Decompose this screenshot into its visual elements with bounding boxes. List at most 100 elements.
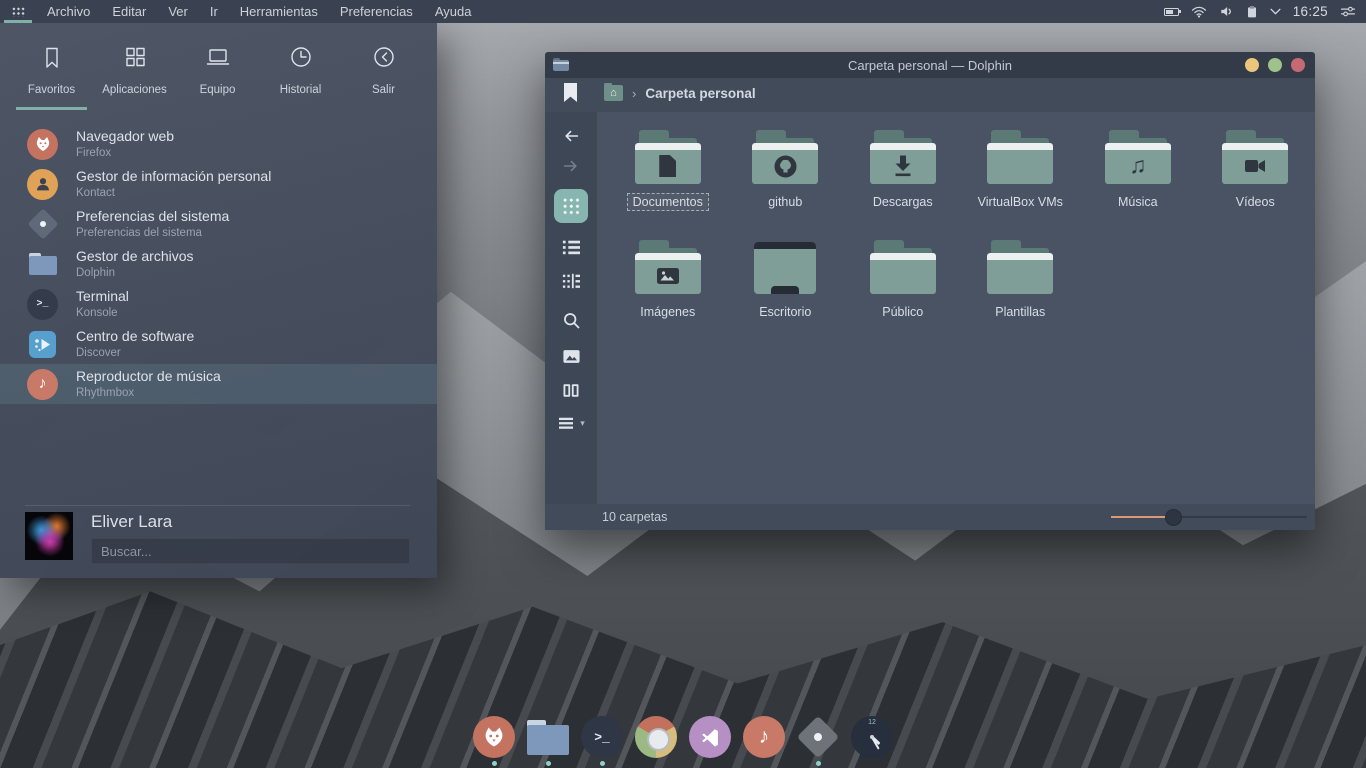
icons-view-button[interactable] (554, 189, 588, 223)
split-view-icon[interactable] (561, 382, 581, 399)
menu-editar[interactable]: Editar (101, 0, 157, 23)
tab-equipo[interactable]: Equipo (176, 35, 259, 110)
app-item-system-settings[interactable]: Preferencias del sistema Preferencias de… (0, 204, 437, 244)
titlebar[interactable]: Carpeta personal — Dolphin (545, 52, 1315, 78)
chevron-down-icon[interactable] (1270, 8, 1281, 15)
battery-icon[interactable] (1164, 8, 1179, 16)
app-item-dolphin[interactable]: Gestor de archivos Dolphin (0, 244, 437, 284)
clipboard-icon[interactable] (1246, 5, 1258, 19)
breadcrumb[interactable]: ⌂ › Carpeta personal (604, 85, 756, 101)
folder-plantillas[interactable]: Plantillas (964, 234, 1076, 344)
music-dock-icon: ♪ (743, 716, 785, 758)
user-avatar[interactable] (25, 512, 73, 560)
slider-knob[interactable] (1165, 509, 1182, 526)
menu-ir[interactable]: Ir (199, 0, 229, 23)
dock-item-vscode[interactable] (688, 716, 732, 766)
dolphin-window: Carpeta personal — Dolphin ⌂ › Carpeta p… (545, 52, 1315, 530)
logout-icon (371, 45, 397, 75)
folder-icon-downloads (870, 130, 936, 186)
dock-item-rhythmbox[interactable]: ♪ (742, 716, 786, 766)
status-text: 10 carpetas (602, 510, 667, 524)
dock-item-settings[interactable] (796, 716, 840, 766)
folder-icon-music: ♫ (1105, 130, 1171, 186)
firefox-dock-icon (473, 716, 515, 758)
dock-item-dolphin[interactable] (526, 716, 570, 766)
running-indicator (870, 761, 875, 766)
preview-image-icon[interactable] (561, 348, 582, 365)
close-button[interactable] (1291, 58, 1305, 72)
tab-salir[interactable]: Salir (342, 35, 425, 110)
list-view-button[interactable] (560, 238, 582, 256)
clock-dock-icon: 12 (851, 716, 893, 758)
kontact-icon (27, 169, 58, 200)
folder-icon-documents (635, 130, 701, 186)
dock-item-chromium[interactable] (634, 716, 678, 766)
places-bookmark-icon[interactable] (564, 83, 577, 102)
minimize-button[interactable] (1245, 58, 1259, 72)
view-toolbar: ▾ (545, 112, 597, 504)
discover-icon (29, 331, 56, 358)
menu-preferencias[interactable]: Preferencias (329, 0, 424, 23)
app-item-firefox[interactable]: Navegador web Firefox (0, 124, 437, 164)
status-bar: 10 carpetas (545, 504, 1315, 530)
firefox-icon (27, 129, 58, 160)
menu-button[interactable]: ▾ (557, 416, 585, 430)
dock-item-clock[interactable]: 12 (850, 716, 894, 766)
volume-icon[interactable] (1219, 5, 1234, 18)
active-underline (4, 20, 32, 23)
tab-aplicaciones[interactable]: Aplicaciones (93, 35, 176, 110)
music-player-icon: ♪ (27, 369, 58, 400)
details-view-button[interactable] (560, 272, 582, 290)
folder-documentos[interactable]: Documentos (612, 124, 724, 234)
menu-herramientas[interactable]: Herramientas (229, 0, 329, 23)
file-manager-dock-icon (527, 720, 569, 755)
folder-descargas[interactable]: Descargas (847, 124, 959, 234)
app-launcher-button[interactable] (0, 0, 36, 23)
folder-videos[interactable]: Vídeos (1199, 124, 1311, 234)
dock-item-firefox[interactable] (472, 716, 516, 766)
folder-icon-plain (870, 240, 936, 296)
menu-ayuda[interactable]: Ayuda (424, 0, 483, 23)
folder-musica[interactable]: ♫ Música (1082, 124, 1194, 234)
breadcrumb-location[interactable]: Carpeta personal (645, 86, 755, 101)
menu-ver[interactable]: Ver (157, 0, 199, 23)
app-item-konsole[interactable]: >_ Terminal Konsole (0, 284, 437, 324)
app-item-rhythmbox[interactable]: ♪ Reproductor de música Rhythmbox (0, 364, 437, 404)
dock: >_ ♪ 12 (0, 716, 1366, 766)
search-input[interactable] (91, 538, 410, 564)
folder-virtualbox-vms[interactable]: VirtualBox VMs (964, 124, 1076, 234)
home-folder-icon[interactable]: ⌂ (604, 85, 623, 101)
menu-archivo[interactable]: Archivo (36, 0, 101, 23)
breadcrumb-chevron-icon: › (632, 86, 636, 101)
maximize-button[interactable] (1268, 58, 1282, 72)
location-toolbar: ⌂ › Carpeta personal (545, 78, 1315, 112)
folder-github[interactable]: github (729, 124, 841, 234)
running-indicator (816, 761, 821, 766)
apps-grid-icon (122, 45, 148, 75)
window-title: Carpeta personal — Dolphin (545, 58, 1315, 73)
top-panel: Archivo Editar Ver Ir Herramientas Prefe… (0, 0, 1366, 23)
zoom-slider[interactable] (1111, 509, 1307, 525)
tab-favoritos[interactable]: Favoritos (10, 35, 93, 110)
app-item-discover[interactable]: Centro de software Discover (0, 324, 437, 364)
vscode-dock-icon (689, 716, 731, 758)
search-icon[interactable] (561, 310, 582, 331)
slider-track (1173, 516, 1307, 518)
app-item-kontact[interactable]: Gestor de información personal Kontact (0, 164, 437, 204)
running-indicator (708, 761, 713, 766)
back-button[interactable] (561, 128, 581, 144)
folder-escritorio[interactable]: Escritorio (729, 234, 841, 344)
folder-icon-plain (987, 240, 1053, 296)
running-indicator (600, 761, 605, 766)
wifi-icon[interactable] (1191, 5, 1207, 18)
tab-historial[interactable]: Historial (259, 35, 342, 110)
panel-clock[interactable]: 16:25 (1293, 4, 1328, 19)
forward-button[interactable] (561, 158, 581, 174)
folder-imagenes[interactable]: Imágenes (612, 234, 724, 344)
running-indicator (762, 761, 767, 766)
folder-icon-images (635, 240, 701, 296)
folder-icon-github (752, 130, 818, 186)
panel-settings-icon[interactable] (1340, 5, 1356, 18)
folder-publico[interactable]: Público (847, 234, 959, 344)
dock-item-konsole[interactable]: >_ (580, 716, 624, 766)
